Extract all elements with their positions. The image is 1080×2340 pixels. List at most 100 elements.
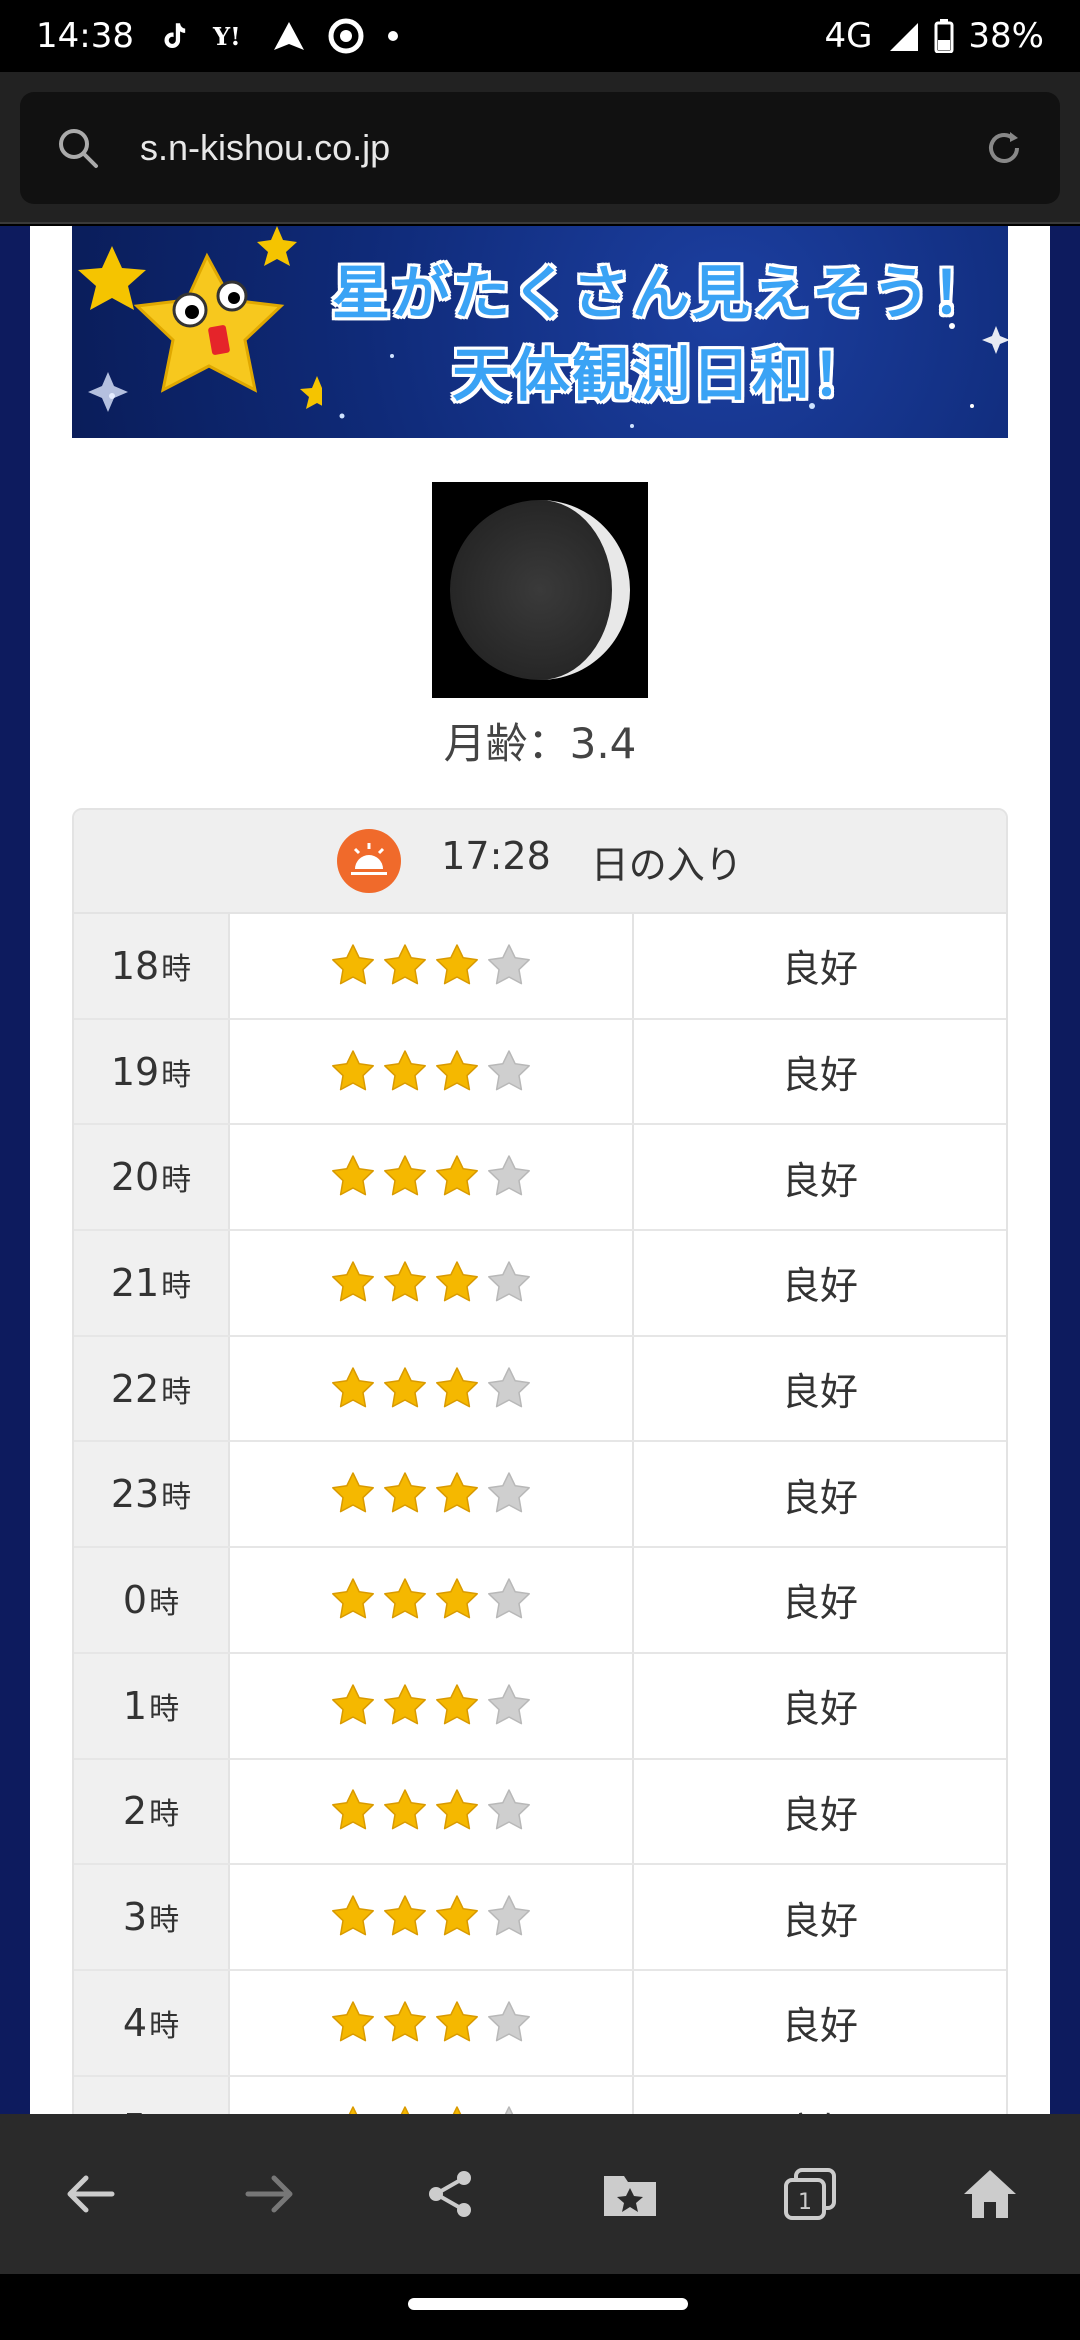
star-filled-icon	[332, 1789, 374, 1830]
hour-value: 2	[122, 1789, 148, 1834]
table-row: 19 時 良好	[74, 1019, 1006, 1126]
browser-toolbar: s.n-kishou.co.jp	[0, 72, 1080, 224]
tabs-button[interactable]: 1	[750, 2134, 870, 2254]
hour-suffix: 時	[149, 1903, 180, 1939]
hour-value: 20	[110, 1155, 160, 1200]
star-filled-icon	[436, 1472, 478, 1513]
hour-value: 4	[122, 2000, 148, 2045]
condition-cell: 良好	[781, 947, 858, 992]
star-filled-icon	[384, 944, 426, 985]
star-empty-icon	[488, 1472, 530, 1513]
star-rating	[230, 914, 634, 1018]
home-icon[interactable]	[960, 2164, 1020, 2224]
hour-cell: 0時	[74, 1548, 230, 1652]
hour-suffix: 時	[149, 2008, 180, 2044]
star-rating	[230, 1336, 634, 1441]
star-filled-icon	[332, 1578, 374, 1619]
star-filled-icon	[436, 1578, 478, 1619]
hour-cell: 2時	[74, 1759, 230, 1864]
browser-bottom-nav: 1	[0, 2114, 1080, 2274]
star-filled-icon	[436, 1895, 478, 1936]
star-filled-icon	[384, 1155, 426, 1196]
star-filled-icon	[384, 2000, 426, 2042]
table-row: 3 時 良好	[74, 1865, 1006, 1971]
star-filled-icon	[332, 1683, 374, 1725]
condition-cell: 良好	[781, 1898, 858, 1943]
url-text[interactable]: s.n-kishou.co.jp	[140, 127, 390, 169]
forward-icon[interactable]	[240, 2164, 300, 2224]
hour-value: 0	[122, 1577, 148, 1622]
chrome-icon	[328, 18, 364, 54]
tiktok-icon	[156, 19, 190, 53]
star-rating	[230, 2076, 634, 2114]
back-icon[interactable]	[60, 2164, 120, 2224]
star-filled-icon	[332, 1261, 374, 1302]
svg-text:Y!: Y!	[212, 22, 241, 51]
table-row: 22 時 良好	[74, 1336, 1006, 1443]
star-filled-icon	[436, 1683, 478, 1725]
bookmarks-icon[interactable]	[600, 2164, 660, 2224]
star-rating	[230, 1653, 634, 1758]
stargazing-forecast-table: 17:28 日の入り 18 時良好 19 時良好 20 時良好 21 時良好 22 時良好 23 時良…	[72, 808, 1008, 2114]
tabs-icon[interactable]: 1	[780, 2164, 840, 2224]
condition-cell: 良好	[634, 2077, 1006, 2114]
star-empty-icon	[488, 1789, 530, 1830]
star-empty-icon	[488, 1366, 530, 1407]
web-page-viewport: 星がたくさん見えそう！ 天体観測日和！ 月齢：3.4 17:28 日の入り 18…	[0, 226, 1080, 2114]
back-button[interactable]	[30, 2134, 150, 2254]
star-rating	[230, 1865, 634, 1969]
address-bar[interactable]: s.n-kishou.co.jp	[20, 92, 1060, 204]
star-filled-icon	[436, 1155, 478, 1196]
bookmarks-button[interactable]	[570, 2134, 690, 2254]
sunset-header: 17:28 日の入り	[74, 810, 1006, 914]
hour-cell: 5時	[74, 2076, 230, 2114]
condition-cell: 良好	[781, 1264, 858, 1309]
hour-suffix: 時	[149, 1797, 180, 1833]
star-empty-icon	[488, 1578, 530, 1619]
status-time: 14:38	[36, 16, 134, 56]
search-icon[interactable]	[56, 126, 100, 170]
star-filled-icon	[332, 1049, 374, 1090]
star-filled-icon	[384, 1261, 426, 1302]
star-rating	[230, 1231, 634, 1335]
star-filled-icon	[332, 1155, 374, 1196]
hour-suffix: 時	[149, 1585, 180, 1621]
hour-value: 22	[110, 1366, 160, 1411]
star-filled-icon	[384, 1049, 426, 1090]
moon-phase-image	[432, 482, 648, 698]
hour-cell: 20 時	[74, 1125, 230, 1230]
table-row: 23 時 良好	[74, 1442, 1006, 1549]
moon-icon	[450, 500, 630, 680]
star-rating	[230, 1548, 634, 1652]
hour-value: 23	[110, 1472, 160, 1517]
forward-button[interactable]	[210, 2134, 330, 2254]
hour-suffix: 時	[149, 2106, 179, 2114]
share-icon[interactable]	[420, 2164, 480, 2224]
reload-icon[interactable]	[984, 128, 1024, 168]
star-rating	[230, 1019, 634, 1124]
star-empty-icon	[504, 2106, 514, 2114]
hour-cell: 23 時	[74, 1442, 230, 1547]
star-mascot-icon	[78, 226, 322, 409]
home-gesture-bar[interactable]	[408, 2298, 688, 2310]
yahoo-icon: Y!	[212, 21, 250, 51]
hour-suffix: 時	[161, 951, 192, 987]
star-filled-icon	[436, 1261, 478, 1302]
star-empty-icon	[488, 1155, 530, 1196]
signal-icon	[886, 19, 920, 53]
hour-cell: 3時	[74, 1865, 230, 1969]
moon-age-label: 月齢：3.4	[443, 719, 637, 768]
share-button[interactable]	[390, 2134, 510, 2254]
star-filled-icon	[348, 2106, 358, 2114]
star-empty-icon	[488, 2000, 530, 2042]
star-filled-icon	[436, 944, 478, 985]
hour-suffix: 時	[161, 1163, 192, 1199]
table-row: 5時 良好	[74, 2076, 1006, 2114]
star-filled-icon	[400, 2106, 410, 2114]
star-rating	[230, 1970, 634, 2075]
battery-percent: 38%	[968, 16, 1044, 56]
hour-value: 3	[122, 1895, 148, 1940]
home-button[interactable]	[930, 2134, 1050, 2254]
condition-cell: 良好	[781, 1053, 858, 1098]
hour-suffix: 時	[149, 1691, 180, 1727]
